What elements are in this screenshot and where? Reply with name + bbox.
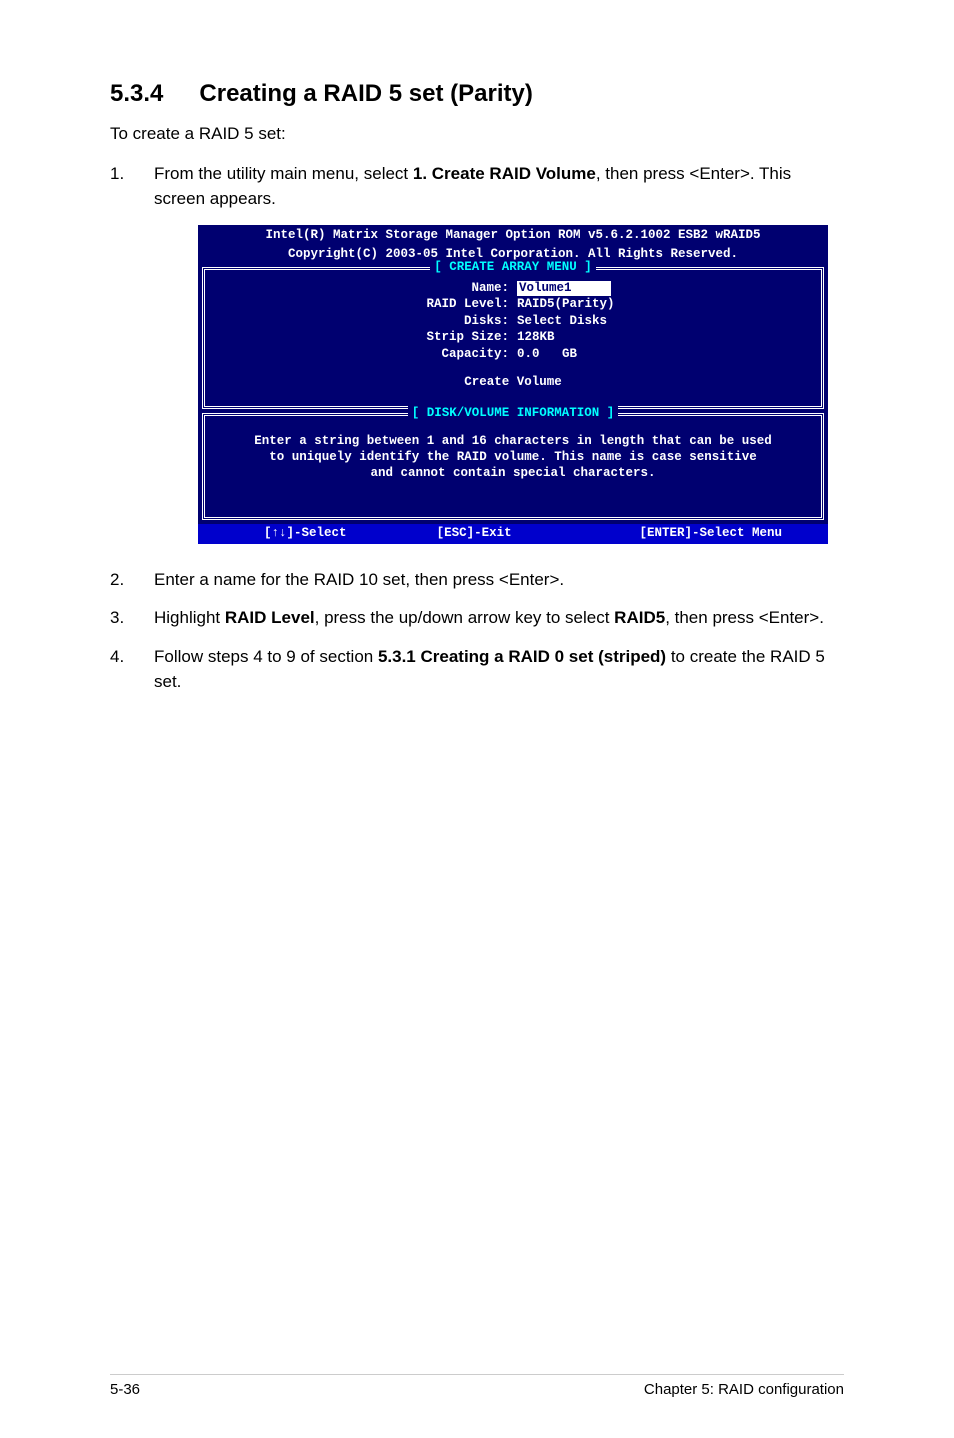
capacity-label: Capacity: <box>215 347 517 363</box>
step4-b: 5.3.1 Creating a RAID 0 set (striped) <box>378 647 666 666</box>
step-number: 1. <box>110 162 124 187</box>
step4-pre: Follow steps 4 to 9 of section <box>154 647 378 666</box>
info-line-2: to uniquely identify the RAID volume. Th… <box>221 450 805 466</box>
footer-exit: [ESC]-Exit <box>437 526 610 542</box>
footer-enter: [ENTER]-Select Menu <box>609 526 822 542</box>
strip-size-value[interactable]: 128KB <box>517 330 811 346</box>
step3-post: , then press <Enter>. <box>665 608 824 627</box>
create-array-title: [ CREATE ARRAY MENU ] <box>430 260 596 276</box>
disk-volume-info-title: [ DISK/VOLUME INFORMATION ] <box>408 406 619 422</box>
capacity-value[interactable]: 0.0 GB <box>517 347 811 363</box>
step1-bold: 1. Create RAID Volume <box>413 164 596 183</box>
name-input[interactable]: Volume1 <box>517 281 611 297</box>
create-volume-action[interactable]: Create Volume <box>215 375 811 391</box>
step2-text: Enter a name for the RAID 10 set, then p… <box>154 570 564 589</box>
page-number: 5-36 <box>110 1381 140 1398</box>
step-number: 2. <box>110 568 124 593</box>
step3-pre: Highlight <box>154 608 225 627</box>
section-heading: 5.3.4 Creating a RAID 5 set (Parity) <box>110 80 844 108</box>
name-label: Name: <box>215 281 517 297</box>
create-array-panel: [ CREATE ARRAY MENU ] Name: Volume1 RAID… <box>202 267 824 410</box>
raid-level-label: RAID Level: <box>215 297 517 313</box>
bios-screenshot: Intel(R) Matrix Storage Manager Option R… <box>198 225 828 544</box>
disks-value[interactable]: Select Disks <box>517 314 811 330</box>
intro-text: To create a RAID 5 set: <box>110 124 844 144</box>
disks-label: Disks: <box>215 314 517 330</box>
step-2: 2. Enter a name for the RAID 10 set, the… <box>110 568 844 593</box>
step-4: 4. Follow steps 4 to 9 of section 5.3.1 … <box>110 645 844 694</box>
step3-mid: , press the up/down arrow key to select <box>315 608 615 627</box>
info-line-3: and cannot contain special characters. <box>221 466 805 482</box>
step-number: 4. <box>110 645 124 670</box>
chapter-label: Chapter 5: RAID configuration <box>644 1381 844 1398</box>
strip-size-label: Strip Size: <box>215 330 517 346</box>
footer-select: [↑↓]-Select <box>204 526 437 542</box>
step1-pre: From the utility main menu, select <box>154 164 413 183</box>
raid-level-value[interactable]: RAID5(Parity) <box>517 297 811 313</box>
info-line-1: Enter a string between 1 and 16 characte… <box>221 434 805 450</box>
step-3: 3. Highlight RAID Level, press the up/do… <box>110 606 844 631</box>
step3-b2: RAID5 <box>614 608 665 627</box>
bios-footer: [↑↓]-Select [ESC]-Exit [ENTER]-Select Me… <box>198 524 828 544</box>
section-number: 5.3.4 <box>110 80 163 108</box>
step-1: 1. From the utility main menu, select 1.… <box>110 162 844 544</box>
bios-header-1: Intel(R) Matrix Storage Manager Option R… <box>198 225 828 244</box>
step3-b1: RAID Level <box>225 608 315 627</box>
disk-volume-info-panel: [ DISK/VOLUME INFORMATION ] Enter a stri… <box>202 413 824 520</box>
page-footer: 5-36 Chapter 5: RAID configuration <box>110 1374 844 1398</box>
step-number: 3. <box>110 606 124 631</box>
section-title: Creating a RAID 5 set (Parity) <box>199 80 532 107</box>
